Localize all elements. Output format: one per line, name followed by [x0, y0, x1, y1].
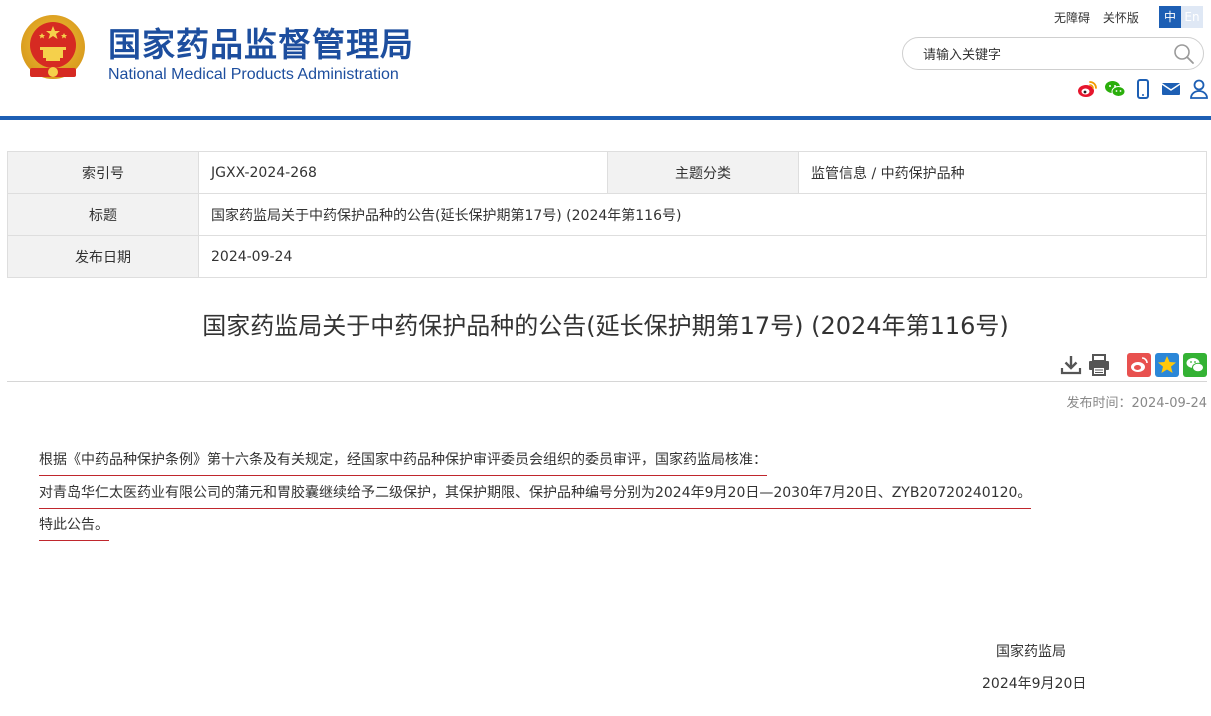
lang-en-button[interactable]: En	[1181, 6, 1203, 28]
download-icon[interactable]	[1059, 353, 1083, 377]
article-paragraph: 对青岛华仁太医药业有限公司的蒲元和胃胶囊继续给予二级保护，其保护期限、保护品种编…	[39, 482, 1032, 509]
site-header: 国家药品监督管理局 National Medical Products Admi…	[0, 0, 1211, 118]
article-paragraph: 根据《中药品种保护条例》第十六条及有关规定，经国家中药品种保护审评委员会组织的委…	[39, 449, 767, 476]
info-row: 索引号 JGXX-2024-268 主题分类 监管信息 / 中药保护品种	[7, 151, 1207, 194]
print-icon[interactable]	[1087, 353, 1111, 377]
search-box	[902, 37, 1204, 70]
article-paragraph: 特此公告。	[39, 514, 109, 541]
site-title-en[interactable]: National Medical Products Administration	[108, 66, 399, 84]
info-row: 标题 国家药监局关于中药保护品种的公告(延长保护期第17号) (2024年第11…	[7, 193, 1207, 236]
index-value: JGXX-2024-268	[198, 151, 608, 194]
lang-cn-button[interactable]: 中	[1159, 6, 1181, 28]
search-input[interactable]	[921, 44, 1175, 66]
mobile-icon[interactable]	[1132, 78, 1154, 100]
publish-time: 发布时间：2024-09-24	[1066, 396, 1207, 411]
share-wechat-icon[interactable]	[1183, 353, 1207, 377]
category-label: 主题分类	[607, 151, 799, 194]
site-title-cn[interactable]: 国家药品监督管理局	[108, 18, 414, 66]
care-mode-link[interactable]: 关怀版	[1103, 11, 1139, 25]
accessibility-link[interactable]: 无障碍	[1054, 11, 1090, 25]
share-qzone-icon[interactable]	[1155, 353, 1179, 377]
date-label: 发布日期	[7, 235, 199, 278]
national-emblem-icon	[21, 15, 85, 79]
mail-icon[interactable]	[1160, 78, 1182, 100]
language-switch: 中 En	[1159, 6, 1203, 28]
article-title: 国家药监局关于中药保护品种的公告(延长保护期第17号) (2024年第116号)	[202, 312, 1009, 340]
weibo-icon[interactable]	[1076, 78, 1098, 100]
share-weibo-icon[interactable]	[1127, 353, 1151, 377]
tools-spacer	[1115, 353, 1127, 377]
title-label: 标题	[7, 193, 199, 236]
signature: 国家药监局	[996, 644, 1066, 660]
search-icon[interactable]	[1173, 43, 1195, 65]
info-row: 发布日期 2024-09-24	[7, 235, 1207, 278]
header-share-icons	[1076, 78, 1210, 100]
article-divider	[7, 381, 1207, 382]
signature-date: 2024年9月20日	[982, 676, 1087, 692]
user-icon[interactable]	[1188, 78, 1210, 100]
top-links: 无障碍 关怀版	[1054, 9, 1148, 26]
article-tools	[1059, 353, 1211, 377]
wechat-icon[interactable]	[1104, 78, 1126, 100]
document-info-table: 索引号 JGXX-2024-268 主题分类 监管信息 / 中药保护品种 标题 …	[7, 151, 1207, 278]
category-value: 监管信息 / 中药保护品种	[798, 151, 1207, 194]
index-label: 索引号	[7, 151, 199, 194]
title-value: 国家药监局关于中药保护品种的公告(延长保护期第17号) (2024年第116号)	[198, 193, 1207, 236]
header-divider-bar	[0, 116, 1211, 120]
date-value: 2024-09-24	[198, 235, 1207, 278]
